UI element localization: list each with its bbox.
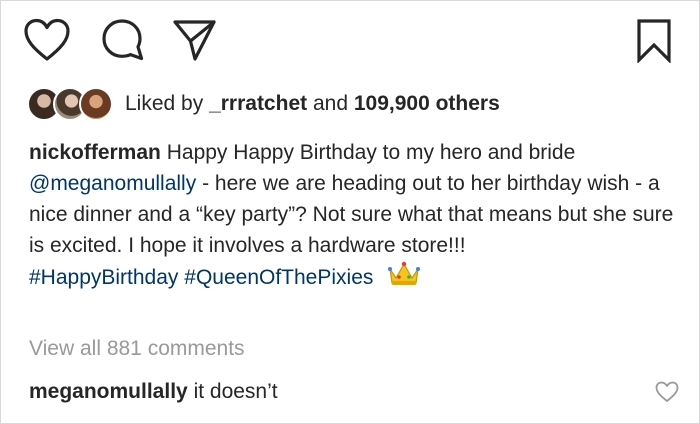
share-button[interactable] [171,17,217,63]
comment-button[interactable] [99,17,145,63]
mention-link[interactable]: @meganomullally [29,172,196,195]
comment-username-link[interactable]: meganomullally [29,380,188,403]
paper-plane-icon [173,20,216,61]
speech-bubble-icon [102,19,144,61]
likes-connector: and [312,92,349,115]
likes-text: Liked by _rrratchet and 109,900 others [125,87,500,121]
caption-username-link[interactable]: nickofferman [29,141,161,164]
view-all-comments-link[interactable]: View all 881 comments [29,334,245,364]
hashtag-link[interactable]: #QueenOfThePixies [184,266,373,289]
liker-username-link[interactable]: _rrratchet [209,92,307,115]
crown-emoji-icon [387,261,421,296]
like-button[interactable] [23,17,71,63]
liker-avatars[interactable] [27,87,115,121]
comment-like-button[interactable] [655,381,679,403]
bookmark-icon [637,19,671,63]
heart-outline-icon [655,381,679,402]
hashtag-link[interactable]: #HappyBirthday [29,266,178,289]
heart-icon [24,18,70,61]
likes-count-link[interactable]: 109,900 others [354,92,500,115]
caption-text: Happy Happy Birthday to my hero and brid… [166,141,576,164]
instagram-post-footer: Liked by _rrratchet and 109,900 others n… [0,0,700,424]
likes-summary[interactable]: Liked by _rrratchet and 109,900 others [27,87,500,121]
save-button[interactable] [631,17,677,63]
action-bar [23,17,677,63]
post-caption: nickofferman Happy Happy Birthday to my … [29,137,679,296]
comment-text: it doesn’t [193,380,278,403]
comment-item: meganomullally it doesn’t [29,377,278,407]
avatar[interactable] [79,87,113,121]
likes-prefix: Liked by [125,92,204,115]
